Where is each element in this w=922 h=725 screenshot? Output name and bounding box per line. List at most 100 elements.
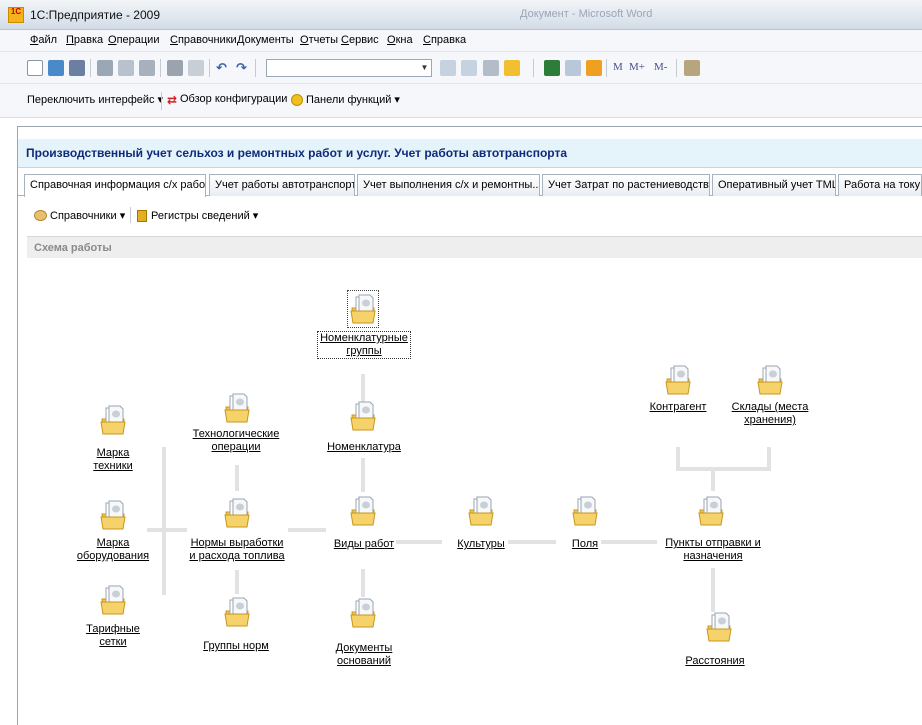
node-warehouses[interactable]: Склады (места хранения) (722, 401, 818, 427)
memory-button[interactable]: M (613, 61, 623, 73)
menu-operations[interactable]: Операции (108, 34, 159, 46)
catalog-icon[interactable] (350, 598, 376, 628)
node-base-documents[interactable]: Документы оснований (318, 642, 410, 668)
catalog-icon[interactable] (224, 393, 250, 423)
catalog-icon[interactable] (224, 498, 250, 528)
new-document-icon[interactable] (27, 60, 43, 76)
print-icon[interactable] (167, 60, 183, 76)
node-label-line: хранения) (744, 414, 796, 426)
connector-line (361, 569, 365, 597)
paste-icon[interactable] (139, 60, 155, 76)
redo-icon[interactable]: ↷ (236, 60, 252, 76)
catalog-icon[interactable] (350, 496, 376, 526)
node-label-line: Документы (335, 642, 393, 654)
menu-edit[interactable]: Правка (66, 34, 103, 46)
node-norm-groups[interactable]: Группы норм (186, 640, 286, 653)
node-counterparty[interactable]: Контрагент (640, 401, 716, 414)
copy-icon[interactable] (118, 60, 134, 76)
node-tech-operations[interactable]: Технологические операции (186, 428, 286, 454)
open-icon[interactable] (48, 60, 64, 76)
tab-reference-info[interactable]: Справочная информация с/х работ (24, 174, 206, 197)
config-overview-button[interactable]: Обзор конфигурации (180, 93, 287, 105)
tab-threshing[interactable]: Работа на току (838, 174, 922, 196)
cut-icon[interactable] (97, 60, 113, 76)
connector-line (711, 568, 715, 612)
catalog-icon[interactable] (468, 496, 494, 526)
menu-catalogs[interactable]: Справочники (170, 34, 237, 46)
catalog-icon[interactable] (665, 365, 691, 395)
toolbar-separator (606, 59, 607, 77)
toolbar-separator (90, 59, 91, 77)
registers-menu-button[interactable]: Регистры сведений ▾ (151, 209, 258, 222)
node-machine-brand[interactable]: Марка техники (70, 447, 156, 473)
scheme-title: Схема работы (34, 242, 112, 254)
catalog-icon[interactable] (350, 294, 376, 324)
toolbar-separator (130, 207, 131, 223)
toolbar-separator (255, 59, 256, 77)
window-icon[interactable] (483, 60, 499, 76)
tools-icon[interactable] (684, 60, 700, 76)
menu-help[interactable]: Справка (423, 34, 466, 46)
connector-line (361, 458, 365, 492)
node-label-line: Нормы выработки (190, 537, 284, 549)
node-label-line: оборудования (76, 550, 150, 562)
catalog-icon[interactable] (224, 597, 250, 627)
tab-work-accounting[interactable]: Учет выполнения с/х и ремонтны... (357, 174, 540, 196)
node-label-line: назначения (683, 550, 743, 562)
node-tariff-grids[interactable]: Тарифные сетки (70, 623, 156, 649)
catalog-icon[interactable] (572, 496, 598, 526)
catalog-icon[interactable] (350, 401, 376, 431)
node-label-line: Пункты отправки и (665, 537, 761, 549)
search-combo-input[interactable] (266, 59, 432, 77)
menu-documents[interactable]: Документы (237, 34, 294, 46)
node-distances[interactable]: Расстояния (670, 655, 760, 668)
menu-reports[interactable]: Отчеты (300, 34, 338, 46)
connector-line (235, 570, 239, 594)
node-label-line: Номенклатурные (320, 332, 408, 344)
node-label-line: и расхода топлива (189, 550, 285, 562)
node-points[interactable]: Пункты отправки и назначения (660, 537, 766, 563)
node-norms[interactable]: Нормы выработки и расхода топлива (182, 537, 292, 563)
memory-minus-button[interactable]: M- (654, 61, 667, 73)
chevron-down-icon[interactable]: ▼ (417, 59, 432, 77)
node-work-types[interactable]: Виды работ (318, 538, 410, 551)
catalog-icon[interactable] (100, 405, 126, 435)
catalog-icon[interactable] (757, 365, 783, 395)
node-equipment-brand[interactable]: Марка оборудования (70, 537, 156, 563)
spreadsheet-icon[interactable] (544, 60, 560, 76)
menu-file[interactable]: Файл (30, 34, 57, 46)
toolbar-separator (676, 59, 677, 77)
undo-icon[interactable]: ↶ (216, 60, 232, 76)
node-label-line: операции (211, 441, 261, 453)
node-fields[interactable]: Поля (550, 538, 620, 551)
tab-crop-costs[interactable]: Учет Затрат по растениеводству (542, 174, 710, 196)
catalog-icon[interactable] (698, 496, 724, 526)
memory-plus-button[interactable]: M+ (629, 61, 645, 73)
catalog-icon[interactable] (100, 585, 126, 615)
catalogs-menu-button[interactable]: Справочники ▾ (50, 209, 125, 222)
find-icon[interactable] (440, 60, 456, 76)
calculator-icon[interactable] (586, 60, 602, 76)
tab-vehicle-accounting[interactable]: Учет работы автотранспорта (209, 174, 355, 196)
catalogs-icon (34, 210, 47, 221)
help-icon[interactable] (504, 60, 520, 76)
scheme-header: Схема работы (27, 236, 922, 258)
node-crops[interactable]: Культуры (446, 538, 516, 551)
node-nomenclature[interactable]: Номенклатура (318, 441, 410, 454)
catalog-icon[interactable] (100, 500, 126, 530)
function-panels-icon (291, 94, 303, 106)
save-icon[interactable] (69, 60, 85, 76)
node-nomenclature-groups[interactable]: Номенклатурные группы (317, 331, 411, 359)
switch-interface-button[interactable]: Переключить интерфейс ▾ (27, 93, 163, 106)
print-preview-icon[interactable] (188, 60, 204, 76)
catalog-icon[interactable] (706, 612, 732, 642)
function-panels-button[interactable]: Панели функций ▾ (306, 93, 400, 106)
menu-service[interactable]: Сервис (341, 34, 379, 46)
tab-inventory[interactable]: Оперативный учет ТМЦ (712, 174, 836, 196)
text-document-icon[interactable] (565, 60, 581, 76)
find-next-icon[interactable] (461, 60, 477, 76)
page-title: Производственный учет сельхоз и ремонтны… (26, 146, 568, 160)
registers-icon (137, 210, 147, 222)
menu-windows[interactable]: Окна (387, 34, 413, 46)
connector-line (288, 528, 326, 532)
